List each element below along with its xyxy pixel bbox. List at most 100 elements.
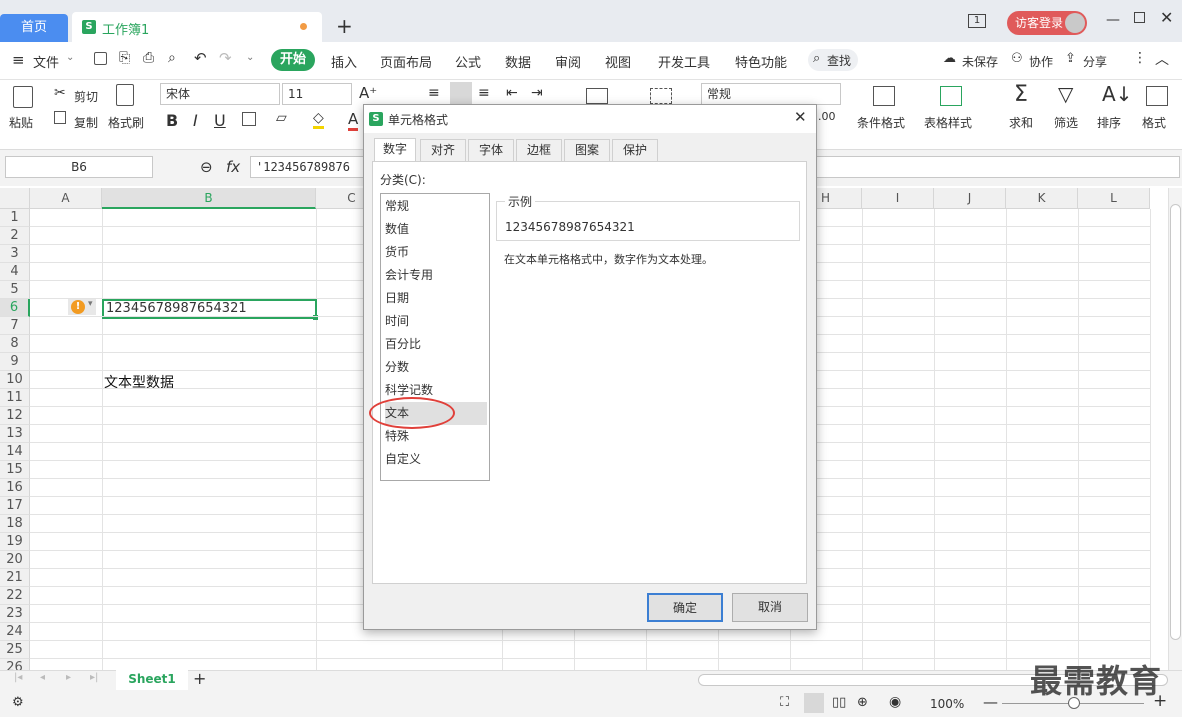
fx-icon[interactable]: fx — [226, 158, 240, 176]
menu-review[interactable]: 审阅 — [555, 52, 581, 71]
category-item[interactable]: 会计专用 — [385, 264, 487, 287]
row-header-20[interactable]: 20 — [0, 551, 30, 569]
tab-number[interactable]: 数字 — [374, 138, 416, 162]
select-all-corner[interactable] — [0, 188, 30, 209]
search-button[interactable]: ⌕ 查找 — [808, 49, 858, 71]
paste-button[interactable]: 粘贴 — [9, 114, 33, 131]
column-header-j[interactable]: J — [934, 188, 1006, 209]
row-header-25[interactable]: 25 — [0, 641, 30, 659]
cell-style-icon[interactable]: ▱ — [276, 110, 287, 126]
menu-data[interactable]: 数据 — [505, 52, 531, 71]
sheet-tab-sheet1[interactable]: Sheet1 — [116, 670, 188, 690]
indent-increase-icon[interactable]: ⇥ — [531, 85, 543, 101]
column-header-a[interactable]: A — [30, 188, 102, 209]
number-format-select[interactable]: 常规 — [701, 83, 841, 105]
page-layout-view-icon[interactable]: ▯▯ — [832, 695, 846, 710]
row-header-16[interactable]: 16 — [0, 479, 30, 497]
dialog-close-icon[interactable]: ✕ — [794, 108, 807, 126]
category-item[interactable]: 货币 — [385, 241, 487, 264]
row-header-22[interactable]: 22 — [0, 587, 30, 605]
page-break-view-icon[interactable]: ⊕ — [857, 695, 868, 710]
zoom-level[interactable]: 100% — [930, 697, 964, 711]
error-indicator[interactable]: ! ▾ — [68, 299, 96, 315]
zoom-formula-icon[interactable]: ⊖ — [200, 158, 213, 176]
undo-icon[interactable]: ↶ — [194, 49, 207, 67]
name-box[interactable]: B6 — [5, 156, 153, 178]
column-header-b[interactable]: B — [102, 188, 316, 209]
sort-button[interactable]: 排序 — [1097, 114, 1121, 131]
align-top-icon[interactable]: ≡ — [428, 85, 440, 101]
cancel-button[interactable]: 取消 — [732, 593, 808, 622]
sheet-nav-next-icon[interactable]: ▸ — [66, 672, 71, 683]
menu-start[interactable]: 开始 — [271, 49, 315, 71]
indent-decrease-icon[interactable]: ⇤ — [506, 85, 518, 101]
column-header-l[interactable]: L — [1078, 188, 1150, 209]
print-icon[interactable]: ⎙ — [143, 50, 154, 66]
vertical-scroll-thumb[interactable] — [1170, 204, 1181, 640]
row-header-21[interactable]: 21 — [0, 569, 30, 587]
unsaved-status[interactable]: 未保存 — [962, 53, 998, 70]
sheet-nav-first-icon[interactable]: |◂ — [14, 672, 22, 683]
increase-font-icon[interactable]: A⁺ — [359, 84, 377, 102]
row-header-14[interactable]: 14 — [0, 443, 30, 461]
row-header-7[interactable]: 7 — [0, 317, 30, 335]
share-button[interactable]: 分享 — [1083, 53, 1107, 70]
tab-workbook[interactable]: S 工作簿1 — [72, 12, 322, 42]
font-color-icon[interactable]: A — [348, 110, 359, 131]
row-header-2[interactable]: 2 — [0, 227, 30, 245]
tab-alignment[interactable]: 对齐 — [420, 139, 466, 161]
menu-file[interactable]: 文件 — [33, 52, 59, 71]
underline-icon[interactable]: U — [214, 111, 226, 130]
tab-font[interactable]: 字体 — [468, 139, 514, 161]
row-header-9[interactable]: 9 — [0, 353, 30, 371]
sum-button[interactable]: 求和 — [1009, 114, 1033, 131]
align-bottom-icon[interactable]: ≡ — [478, 85, 490, 101]
italic-icon[interactable]: I — [193, 111, 198, 130]
menu-insert[interactable]: 插入 — [331, 52, 357, 71]
row-header-12[interactable]: 12 — [0, 407, 30, 425]
menu-developer[interactable]: 开发工具 — [658, 52, 710, 71]
maximize-icon[interactable] — [1134, 12, 1145, 23]
cell-b10[interactable]: 文本型数据 — [104, 372, 174, 392]
bold-icon[interactable]: B — [166, 111, 178, 130]
cut-button[interactable]: 剪切 — [74, 88, 98, 105]
copy-button[interactable]: 复制 — [74, 114, 98, 131]
conditional-format-button[interactable]: 条件格式 — [857, 114, 905, 131]
row-header-23[interactable]: 23 — [0, 605, 30, 623]
export-icon[interactable]: ⎘ — [119, 50, 130, 66]
border-icon[interactable] — [242, 112, 256, 126]
row-header-4[interactable]: 4 — [0, 263, 30, 281]
row-header-18[interactable]: 18 — [0, 515, 30, 533]
menu-page-layout[interactable]: 页面布局 — [380, 52, 432, 71]
category-item[interactable]: 百分比 — [385, 333, 487, 356]
format-painter-button[interactable]: 格式刷 — [108, 114, 144, 131]
fullscreen-icon[interactable]: ⛶ — [780, 695, 789, 710]
redo-icon[interactable]: ↷ — [219, 49, 232, 67]
add-sheet-button[interactable]: + — [193, 669, 206, 688]
row-header-11[interactable]: 11 — [0, 389, 30, 407]
normal-view-button[interactable] — [804, 693, 824, 713]
hamburger-icon[interactable]: ≡ — [12, 51, 25, 69]
category-list[interactable]: 常规 数值 货币 会计专用 日期 时间 百分比 分数 科学记数 文本 特殊 自定义 — [369, 193, 490, 481]
tab-home[interactable]: 首页 — [0, 14, 68, 42]
collapse-ribbon-icon[interactable]: ︿ — [1155, 49, 1169, 69]
page-indicator-icon[interactable]: 1 — [968, 14, 986, 28]
column-header-k[interactable]: K — [1006, 188, 1078, 209]
collaborate-button[interactable]: 协作 — [1029, 53, 1053, 70]
row-header-24[interactable]: 24 — [0, 623, 30, 641]
print-preview-icon[interactable]: ⌕ — [168, 50, 176, 66]
save-icon[interactable] — [94, 52, 107, 65]
wrap-text-icon[interactable] — [650, 88, 672, 104]
merge-center-icon[interactable] — [586, 88, 608, 104]
column-header-i[interactable]: I — [862, 188, 934, 209]
ok-button[interactable]: 确定 — [647, 593, 723, 622]
paste-icon[interactable] — [13, 86, 33, 108]
menu-special[interactable]: 特色功能 — [735, 52, 787, 71]
vertical-scrollbar[interactable] — [1168, 188, 1182, 670]
row-header-6[interactable]: 6 — [0, 299, 30, 317]
category-item[interactable]: 分数 — [385, 356, 487, 379]
zoom-out-button[interactable]: — — [983, 693, 998, 711]
row-header-1[interactable]: 1 — [0, 209, 30, 227]
category-item[interactable]: 自定义 — [385, 448, 487, 471]
eye-protection-icon[interactable]: ◉ — [889, 694, 901, 710]
